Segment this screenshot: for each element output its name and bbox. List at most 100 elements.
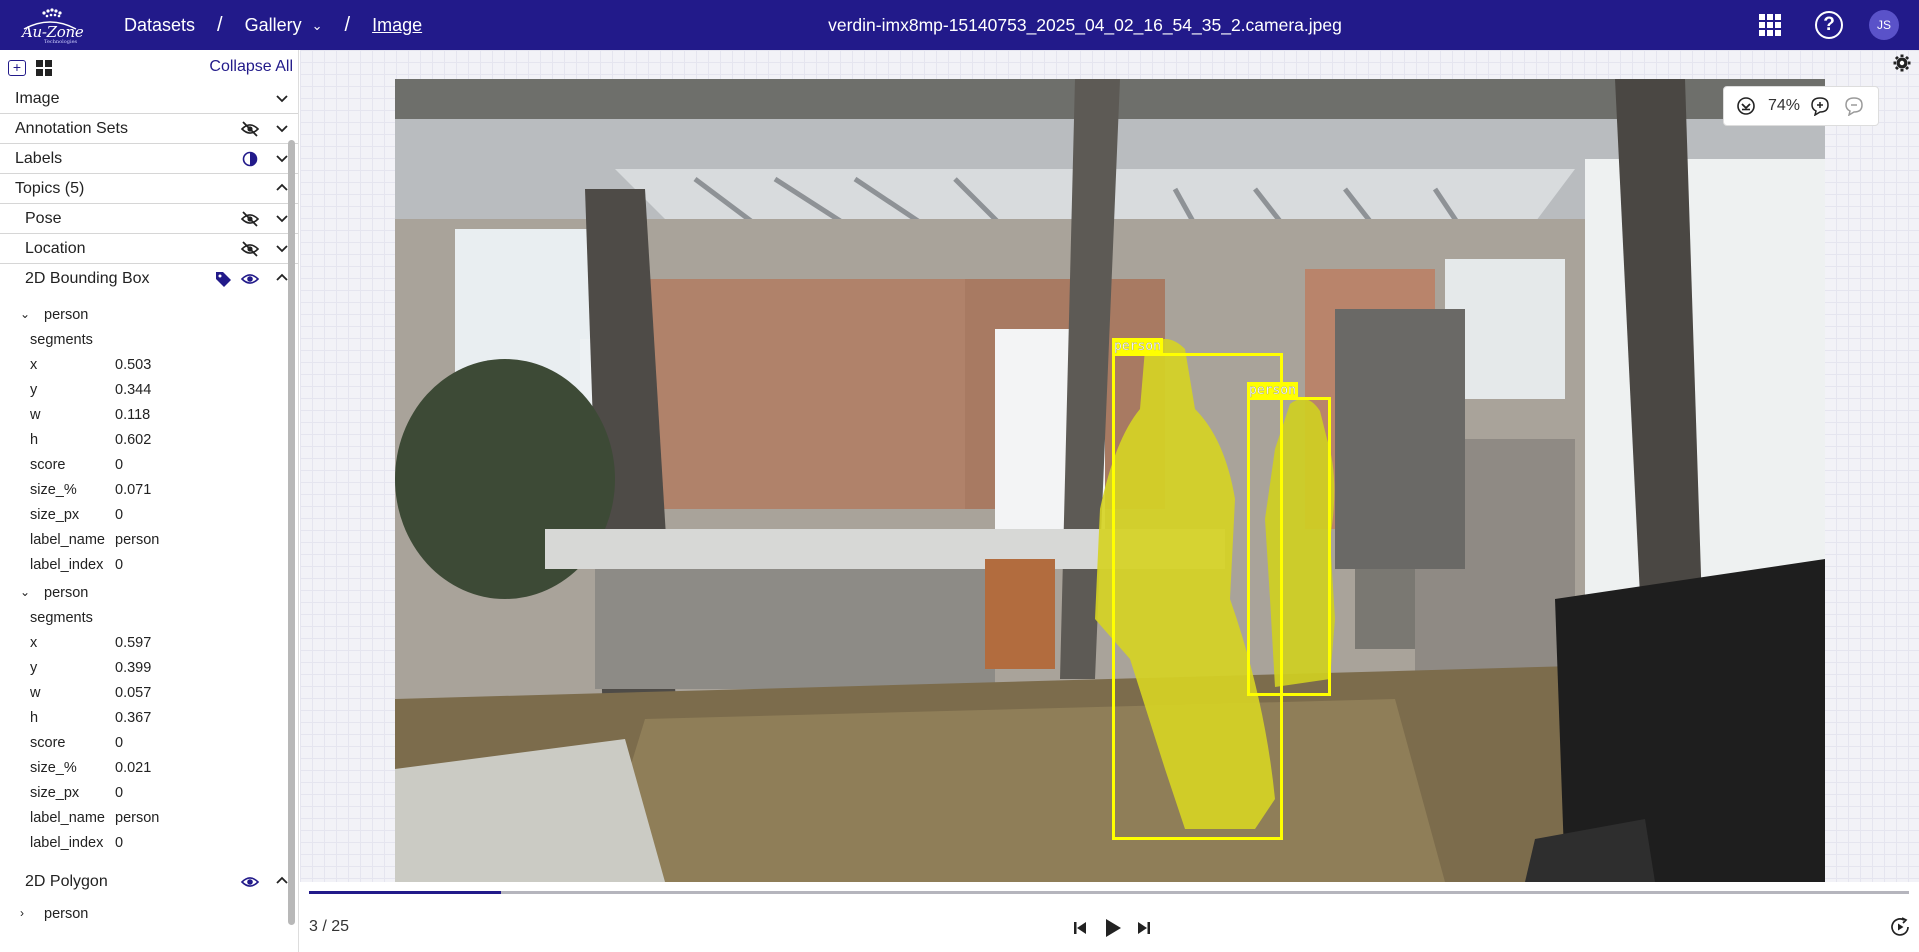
top-right-actions: ? JS (1759, 0, 1919, 50)
camera-scene (395, 79, 1825, 882)
section-annotation-sets[interactable]: Annotation Sets (0, 114, 298, 144)
property-row: size_% 0.071 (0, 477, 298, 502)
property-value: 0.021 (115, 759, 152, 776)
breadcrumb-separator: / (217, 13, 223, 36)
collapse-all-button[interactable]: Collapse All (209, 58, 293, 76)
breadcrumb-image[interactable]: Image (372, 15, 422, 36)
visibility-off-icon[interactable] (240, 210, 260, 228)
visibility-off-icon[interactable] (240, 120, 260, 138)
contrast-icon[interactable] (242, 151, 258, 167)
layout-grid-icon[interactable] (36, 60, 52, 76)
visibility-icon[interactable] (240, 873, 260, 891)
property-value: 0.503 (115, 356, 152, 373)
tree-node-label: person (44, 306, 89, 323)
bounding-box-label: person (1247, 382, 1298, 399)
property-row: x 0.503 (0, 352, 298, 377)
visibility-icon[interactable] (240, 270, 260, 288)
chevron-down-icon[interactable] (276, 92, 288, 104)
topic-2d-polygon-label: 2D Polygon (25, 873, 108, 890)
topic-2d-bounding-box[interactable]: 2D Bounding Box (0, 264, 298, 294)
chevron-down-icon[interactable]: ⌄ (20, 307, 32, 321)
chevron-down-icon[interactable] (276, 242, 288, 254)
avatar[interactable]: JS (1869, 10, 1899, 40)
breadcrumb-datasets[interactable]: Datasets (124, 15, 195, 36)
image-viewer: person person 74% (300, 50, 1919, 952)
topic-2d-polygon[interactable]: 2D Polygon (0, 867, 298, 897)
camera-image[interactable]: person person (395, 79, 1825, 882)
tree-node-person[interactable]: › person (0, 901, 298, 926)
property-value: 0.367 (115, 709, 152, 726)
property-value: 0.071 (115, 481, 152, 498)
previous-frame-icon[interactable] (1072, 920, 1088, 941)
property-key: size_% (30, 481, 77, 498)
section-labels[interactable]: Labels (0, 144, 298, 174)
breadcrumb-gallery-label: Gallery (244, 14, 302, 35)
section-topics[interactable]: Topics (5) (0, 174, 298, 204)
au-zone-logo[interactable]: Au-Zone Technologies (14, 5, 86, 45)
breadcrumb-separator: / (344, 13, 351, 36)
property-key: size_px (30, 784, 80, 801)
bbox-tree: ⌄ person segments x 0.503 y 0.344 w 0.118 h 0.602 s… (0, 302, 298, 855)
property-key: score (30, 456, 66, 473)
property-key: w (30, 406, 41, 423)
section-image[interactable]: Image (0, 84, 298, 114)
tag-icon[interactable] (215, 271, 232, 288)
chevron-down-icon[interactable] (276, 152, 288, 164)
property-value: 0 (115, 556, 124, 573)
property-row: size_px 0 (0, 780, 298, 805)
chevron-down-icon[interactable] (276, 212, 288, 224)
property-value: 0 (115, 506, 124, 523)
person-bounding-box[interactable] (1247, 397, 1331, 696)
topic-location-label: Location (25, 239, 86, 257)
apps-grid-icon[interactable] (1759, 14, 1781, 36)
section-labels-label: Labels (15, 149, 63, 167)
chevron-up-icon[interactable] (276, 182, 288, 194)
property-value: 0 (115, 784, 124, 801)
tree-node-person[interactable]: ⌄ person (0, 302, 298, 327)
property-row: label_name person (0, 527, 298, 552)
zoom-fit-icon[interactable] (1736, 96, 1756, 116)
property-key: x (30, 356, 38, 373)
property-key: label_name (30, 531, 105, 548)
frame-progress-bar[interactable] (309, 891, 1909, 894)
sidebar-toolbar: + Collapse All (0, 50, 298, 84)
tree-node-label: person (44, 584, 89, 601)
topic-location[interactable]: Location (0, 234, 298, 264)
gear-icon[interactable] (1893, 54, 1911, 72)
property-row: h 0.367 (0, 705, 298, 730)
topic-pose-label: Pose (25, 209, 62, 227)
section-topics-label: Topics (5) (15, 179, 85, 197)
topic-pose[interactable]: Pose (0, 204, 298, 234)
add-panel-icon[interactable]: + (8, 60, 26, 76)
next-frame-icon[interactable] (1136, 920, 1152, 941)
property-key: label_name (30, 809, 105, 826)
section-image-label: Image (15, 89, 60, 107)
visibility-off-icon[interactable] (240, 240, 260, 258)
property-value: 0.597 (115, 634, 152, 651)
chevron-down-icon[interactable] (276, 122, 288, 134)
sidebar-scrollbar[interactable] (288, 140, 295, 925)
zoom-in-icon[interactable] (1810, 96, 1830, 117)
property-value: 0.344 (115, 381, 152, 398)
autoplay-icon[interactable] (1889, 916, 1911, 938)
frame-player: 3 / 25 (300, 882, 1919, 952)
breadcrumb-gallery[interactable]: Gallery ⌄ (245, 15, 323, 36)
property-row: label_index 0 (0, 830, 298, 855)
chevron-right-icon[interactable]: › (20, 906, 32, 920)
property-value: 0 (115, 734, 124, 751)
zoom-out-icon[interactable] (1844, 96, 1864, 117)
property-value: person (115, 531, 160, 548)
property-key: label_index (30, 556, 104, 573)
help-icon[interactable]: ? (1815, 11, 1843, 39)
property-value: 0.057 (115, 684, 152, 701)
chevron-down-icon[interactable]: ⌄ (20, 585, 32, 599)
tree-node-person[interactable]: ⌄ person (0, 580, 298, 605)
property-value: 0.399 (115, 659, 152, 676)
chevron-up-icon[interactable] (276, 875, 288, 887)
chevron-up-icon[interactable] (276, 272, 288, 284)
property-row: y 0.399 (0, 655, 298, 680)
play-icon[interactable] (1104, 918, 1122, 943)
property-key: y (30, 381, 38, 398)
zoom-level: 74% (1768, 97, 1801, 114)
property-value: 0.118 (115, 406, 151, 423)
